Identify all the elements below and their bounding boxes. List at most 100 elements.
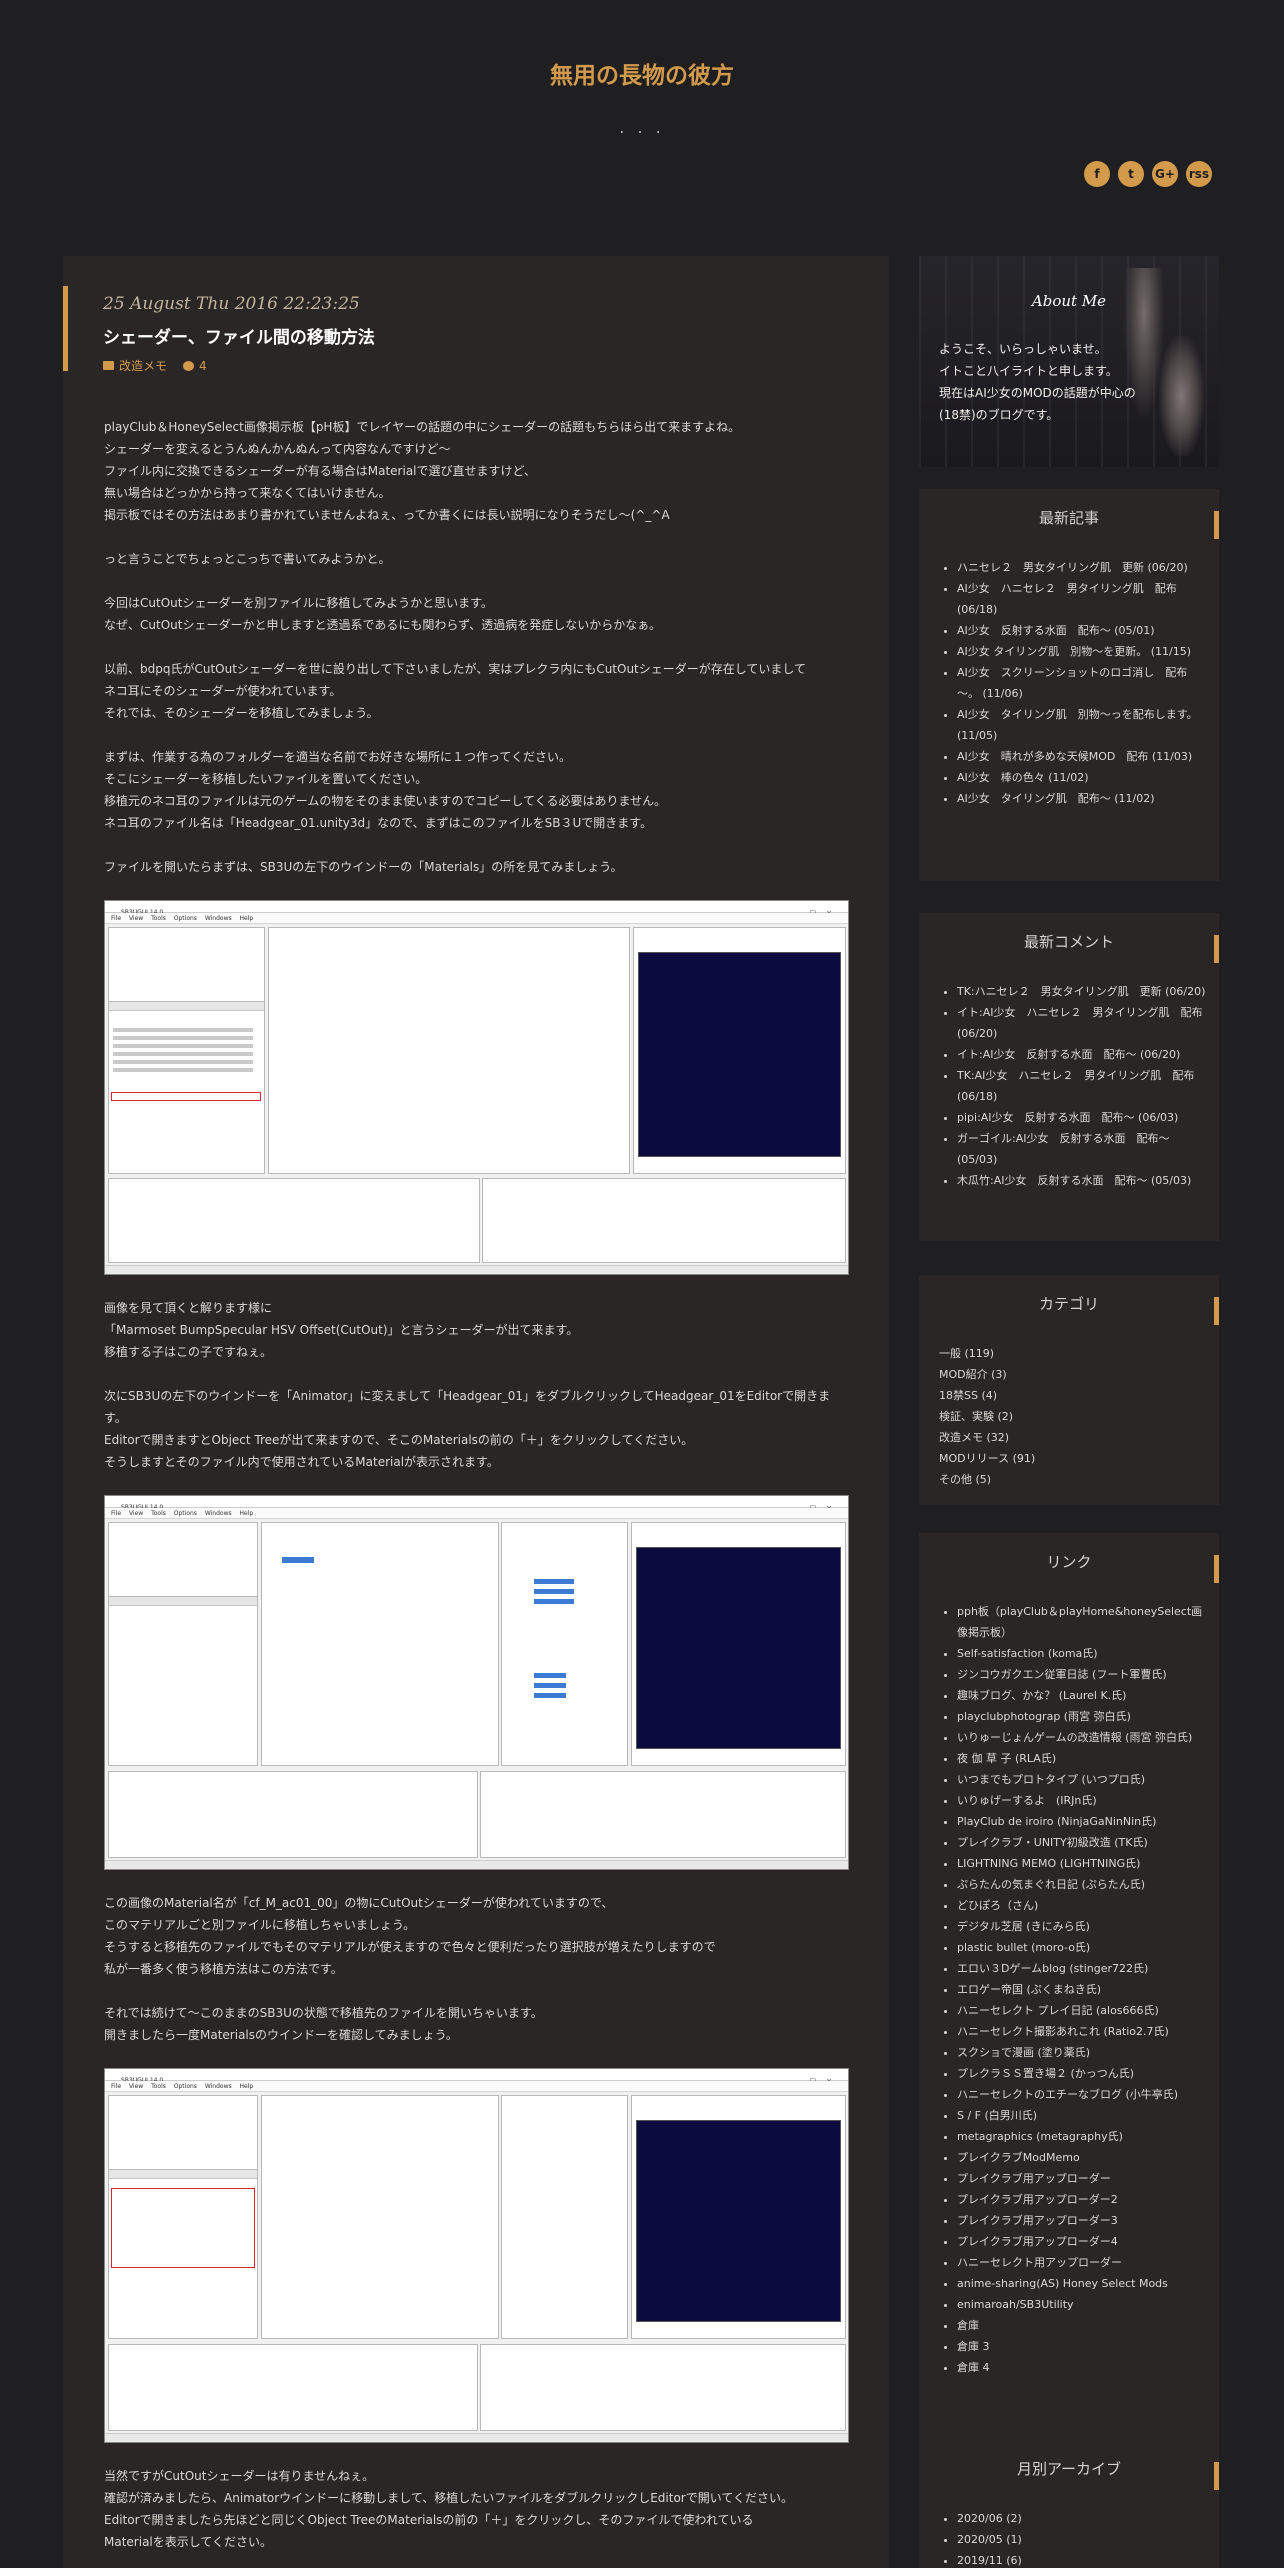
- list-item[interactable]: pipi:AI少女 反射する水面 配布～ (06/03): [957, 1107, 1207, 1128]
- list-item[interactable]: 一般 (119): [939, 1343, 1207, 1364]
- screenshot-status: [105, 1860, 848, 1869]
- screenshot-titlebar: SB3UGUI 14.0–□×: [105, 901, 848, 917]
- paragraph: ファイルを開いたらまずは、SB3Uの左下のウインドーの「Materials」の所…: [104, 860, 623, 874]
- paragraph: 今回はCutOutシェーダーを別ファイルに移植してみようかと思います。 なぜ、C…: [104, 596, 662, 632]
- recent-posts-list: ハニセレ２ 男女タイリング肌 更新 (06/20) AI少女 ハニセレ２ 男タイ…: [939, 557, 1207, 809]
- list-item[interactable]: スクショで漫画 (塗り薬氏): [957, 2042, 1207, 2063]
- google-plus-icon[interactable]: G+: [1152, 161, 1178, 187]
- facebook-icon[interactable]: f: [1084, 161, 1110, 187]
- post-comment-count: 4: [199, 358, 207, 373]
- post-title[interactable]: シェーダー、ファイル間の移動方法: [103, 323, 889, 348]
- list-item[interactable]: AI少女 スクリーンショットのロゴ消し 配布～。 (11/06): [957, 662, 1207, 704]
- list-item[interactable]: プレイクラブ・UNITY初級改造 (TK氏): [957, 1832, 1207, 1853]
- screenshot-status: [105, 2433, 848, 2442]
- rss-icon[interactable]: rss: [1186, 161, 1212, 187]
- site-title[interactable]: 無用の長物の彼方: [0, 56, 1284, 90]
- screenshot-pane: [261, 1522, 499, 1766]
- list-item[interactable]: AI少女 タイリング肌 別物～っを配布します。 (11/05): [957, 704, 1207, 746]
- list-item[interactable]: プレイクラブ用アップローダー3: [957, 2210, 1207, 2231]
- render-view: [638, 952, 841, 1157]
- paragraph: っと言うことでちょっとこっちで書いてみようかと。: [104, 552, 391, 566]
- list-item[interactable]: その他 (5): [939, 1469, 1207, 1490]
- screenshot-pane: [108, 1771, 478, 1858]
- list-item[interactable]: metagraphics (metagraphy氏): [957, 2126, 1207, 2147]
- post-category[interactable]: 改造メモ: [103, 357, 167, 374]
- widget-title: 月別アーカイブ: [1016, 2460, 1122, 2478]
- list-item[interactable]: 18禁SS (4): [939, 1385, 1207, 1406]
- list-item[interactable]: 趣味ブログ、かな？ (Laurel K.氏): [957, 1685, 1207, 1706]
- list-item[interactable]: AI少女 ハニセレ２ 男タイリング肌 配布 (06/18): [957, 578, 1207, 620]
- widget-accent-bar: [1214, 2462, 1219, 2490]
- list-item[interactable]: ハニーセレクト撮影あれこれ (Ratio2.7氏): [957, 2021, 1207, 2042]
- categories-widget: カテゴリ 一般 (119) MOD紹介 (3) 18禁SS (4) 検証、実験 …: [919, 1275, 1219, 1505]
- list-item[interactable]: 夜 伽 草 子 (RLA氏): [957, 1748, 1207, 1769]
- list-item[interactable]: プレイクラブ用アップローダー4: [957, 2231, 1207, 2252]
- list-item[interactable]: AI少女 タイリング肌 配布～ (11/02): [957, 788, 1207, 809]
- list-item[interactable]: ガーゴイル:AI少女 反射する水面 配布～ (05/03): [957, 1128, 1207, 1170]
- list-item[interactable]: Self-satisfaction (koma氏): [957, 1643, 1207, 1664]
- list-item[interactable]: プレイクラブ用アップローダー2: [957, 2189, 1207, 2210]
- list-item[interactable]: 木瓜竹:AI少女 反射する水面 配布～ (05/03): [957, 1170, 1207, 1191]
- list-item[interactable]: pph板（playClub＆playHome&honeySelect画像掲示板）: [957, 1601, 1207, 1643]
- list-item[interactable]: enimaroah/SB3Utility: [957, 2294, 1207, 2315]
- list-item[interactable]: ハニセレ２ 男女タイリング肌 更新 (06/20): [957, 557, 1207, 578]
- list-item[interactable]: S / F (白男川氏): [957, 2105, 1207, 2126]
- recent-comments-widget: 最新コメント TK:ハニセレ２ 男女タイリング肌 更新 (06/20) イト:A…: [919, 913, 1219, 1241]
- list-item[interactable]: エロい３Dゲームblog (stinger722氏): [957, 1958, 1207, 1979]
- list-item[interactable]: 2020/05 (1): [957, 2529, 1207, 2550]
- list-item[interactable]: plastic bullet (moro-o氏): [957, 1937, 1207, 1958]
- list-item[interactable]: ハニーセレクトのエチーなブログ (小牛亭氏): [957, 2084, 1207, 2105]
- list-item[interactable]: いりゅーじょんゲームの改造情報 (雨宮 弥白氏): [957, 1727, 1207, 1748]
- screenshot-menu: File View Tools Options Windows Help: [105, 913, 848, 924]
- screenshot-image[interactable]: SB3UGUI 14.0–□× File View Tools Options …: [104, 1495, 849, 1870]
- list-item[interactable]: プレイクラブ用アップローダー: [957, 2168, 1207, 2189]
- list-item[interactable]: ぷらたんの気まぐれ日記 (ぷらたん氏): [957, 1874, 1207, 1895]
- list-item[interactable]: プレイクラブModMemo: [957, 2147, 1207, 2168]
- list-item[interactable]: 倉庫: [957, 2315, 1207, 2336]
- screenshot-pane: [108, 1001, 265, 1174]
- list-item[interactable]: anime-sharing(AS) Honey Select Mods: [957, 2273, 1207, 2294]
- list-item[interactable]: ジンコウガクエン従軍日誌 (フート軍曹氏): [957, 1664, 1207, 1685]
- screenshot-titlebar: SB3UGUI 14.0–□×: [105, 1496, 848, 1512]
- list-item[interactable]: エロゲー帝国 (ぷくまねき氏): [957, 1979, 1207, 2000]
- list-item[interactable]: 改造メモ (32): [939, 1427, 1207, 1448]
- list-item[interactable]: ハニーセレクト プレイ日記 (alos666氏): [957, 2000, 1207, 2021]
- list-item[interactable]: 倉庫 4: [957, 2357, 1207, 2378]
- list-item[interactable]: どひぽろ（さん): [957, 1895, 1207, 1916]
- list-item[interactable]: MODリリース (91): [939, 1448, 1207, 1469]
- list-item[interactable]: いりゅげーするよ (IRJn氏): [957, 1790, 1207, 1811]
- render-view: [636, 2120, 841, 2322]
- archive-widget: 月別アーカイブ 2020/06 (2) 2020/05 (1) 2019/11 …: [919, 2440, 1219, 2568]
- screenshot-image[interactable]: SB3UGUI 14.0–□× File View Tools Options …: [104, 2068, 849, 2443]
- list-item[interactable]: 検証、実験 (2): [939, 1406, 1207, 1427]
- list-item[interactable]: デジタル芝居 (きにみら氏): [957, 1916, 1207, 1937]
- list-item[interactable]: PlayClub de iroiro (NinjaGaNinNin氏): [957, 1811, 1207, 1832]
- list-item[interactable]: いつまでもプロトタイプ (いつプロ氏): [957, 1769, 1207, 1790]
- post-header: 25 August Thu 2016 22:23:25 シェーダー、ファイル間の…: [63, 286, 889, 374]
- post-date: 25 August Thu 2016 22:23:25: [103, 294, 360, 314]
- list-item[interactable]: プレクラＳＳ置き場２ (かっつん氏): [957, 2063, 1207, 2084]
- list-item[interactable]: ハニーセレクト用アップローダー: [957, 2252, 1207, 2273]
- list-item[interactable]: LIGHTNING MEMO (LIGHTNING氏): [957, 1853, 1207, 1874]
- screenshot-image[interactable]: SB3UGUI 14.0–□× File View Tools Options …: [104, 900, 849, 1275]
- list-item[interactable]: TK:AI少女 ハニセレ２ 男タイリング肌 配布 (06/18): [957, 1065, 1207, 1107]
- list-item[interactable]: イト:AI少女 ハニセレ２ 男タイリング肌 配布 (06/20): [957, 1002, 1207, 1044]
- post-comments[interactable]: 4: [183, 359, 207, 373]
- screenshot-menu: File View Tools Options Windows Help: [105, 2081, 848, 2092]
- list-item[interactable]: AI少女 タイリング肌 別物～を更新。 (11/15): [957, 641, 1207, 662]
- screenshot-pane: [501, 1522, 628, 1766]
- list-item[interactable]: AI少女 晴れが多めな天候MOD 配布 (11/03): [957, 746, 1207, 767]
- twitter-icon[interactable]: t: [1118, 161, 1144, 187]
- list-item[interactable]: イト:AI少女 反射する水面 配布～ (06/20): [957, 1044, 1207, 1065]
- list-item[interactable]: TK:ハニセレ２ 男女タイリング肌 更新 (06/20): [957, 981, 1207, 1002]
- list-item[interactable]: 2019/11 (6): [957, 2550, 1207, 2568]
- screenshot-pane: [108, 2169, 258, 2339]
- paragraph: 次にSB3Uの左下のウインドーを「Animator」に変えまして「Headgea…: [104, 1389, 831, 1469]
- list-item[interactable]: playclubphotograp (雨宮 弥白氏): [957, 1706, 1207, 1727]
- list-item[interactable]: AI少女 棒の色々 (11/02): [957, 767, 1207, 788]
- list-item[interactable]: 倉庫 3: [957, 2336, 1207, 2357]
- list-item[interactable]: 2020/06 (2): [957, 2508, 1207, 2529]
- list-item[interactable]: AI少女 反射する水面 配布～ (05/01): [957, 620, 1207, 641]
- main-content: 25 August Thu 2016 22:23:25 シェーダー、ファイル間の…: [63, 256, 889, 2568]
- list-item[interactable]: MOD紹介 (3): [939, 1364, 1207, 1385]
